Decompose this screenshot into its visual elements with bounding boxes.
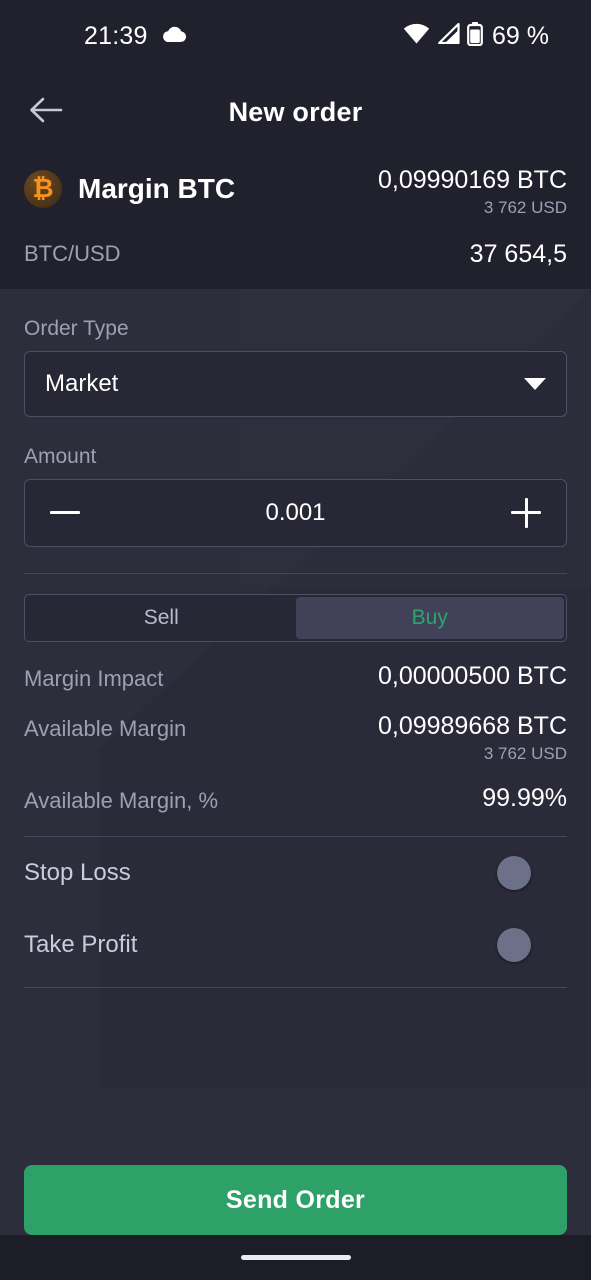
amount-stepper: 0.001 (24, 478, 567, 547)
summary-key: Available Margin (24, 715, 187, 741)
summary-list: Margin Impact 0,00000500 BTC Available M… (24, 642, 567, 814)
summary-row-margin-impact: Margin Impact 0,00000500 BTC (24, 642, 567, 692)
order-form: Order Type Market Amount 0.001 Sell Buy … (0, 317, 591, 988)
summary-value: 0,09989668 BTC (377, 711, 567, 740)
take-profit-row: Take Profit (24, 909, 567, 981)
home-indicator[interactable] (240, 1255, 351, 1260)
pair-label: BTC/USD (24, 241, 121, 267)
take-profit-toggle[interactable] (497, 927, 567, 962)
status-bar: 21:39 69 % (0, 0, 591, 72)
summary-value-wrap: 99.99% (482, 784, 567, 813)
pair-row: BTC/USD 37 654,5 (24, 218, 567, 289)
amount-label: Amount (24, 444, 97, 468)
send-order-button[interactable]: Send Order (24, 1165, 567, 1235)
cloud-icon (161, 25, 187, 48)
order-form-area: Order Type Market Amount 0.001 Sell Buy … (0, 288, 591, 1224)
minus-icon (50, 511, 80, 515)
wifi-icon (403, 23, 430, 49)
instrument-balance: 0,09990169 BTC 3 762 USD (378, 166, 567, 218)
side-tab-sell[interactable]: Sell (27, 597, 296, 639)
page-title: New order (228, 96, 363, 127)
stop-loss-toggle[interactable] (497, 855, 567, 890)
pair-price: 37 654,5 (469, 239, 567, 268)
summary-value: 0,00000500 BTC (377, 661, 567, 690)
status-bar-right: 69 % (403, 21, 549, 51)
toggle-thumb (497, 927, 531, 962)
instrument-identity: ₿ Margin BTC (24, 166, 235, 208)
summary-subvalue: 3 762 USD (483, 743, 567, 763)
instrument-header: ₿ Margin BTC 0,09990169 BTC 3 762 USD BT… (0, 152, 591, 289)
order-type-value: Market (45, 369, 119, 397)
summary-row-available-margin-percent: Available Margin, % 99.99% (24, 764, 567, 814)
instrument-summary-row: ₿ Margin BTC 0,09990169 BTC 3 762 USD (24, 152, 567, 218)
bitcoin-icon: ₿ (24, 170, 62, 208)
status-clock: 21:39 (84, 21, 148, 50)
status-bar-left: 21:39 (84, 22, 187, 51)
app-bar: New order (0, 72, 591, 152)
instrument-name: Margin BTC (78, 173, 236, 204)
stop-loss-label: Stop Loss (24, 858, 131, 886)
summary-value-wrap: 0,00000500 BTC (378, 662, 567, 691)
balance-fiat: 3 762 USD (483, 197, 567, 217)
summary-value-wrap: 0,09989668 BTC 3 762 USD (378, 712, 567, 764)
back-button[interactable] (24, 90, 68, 134)
phone-screen: 21:39 69 % New order ₿ Margin BTC 0,0999… (0, 0, 591, 1280)
order-type-label: Order Type (24, 316, 129, 340)
amount-decrement-button[interactable] (25, 480, 105, 546)
arrow-left-icon (28, 95, 64, 130)
chevron-down-icon (524, 377, 546, 390)
system-nav-bar (0, 1235, 591, 1280)
divider-below-toggles (24, 986, 567, 988)
footer: Send Order (0, 1165, 591, 1235)
plus-icon (511, 497, 541, 528)
side-segmented-control: Sell Buy (24, 593, 567, 642)
stop-loss-row: Stop Loss (24, 837, 567, 909)
divider-above-side-toggle (24, 572, 567, 574)
battery-icon (467, 21, 483, 51)
take-profit-label: Take Profit (24, 930, 138, 958)
toggle-thumb (497, 855, 531, 890)
signal-triangle-icon (437, 22, 460, 49)
summary-key: Available Margin, % (24, 787, 219, 813)
balance-crypto: 0,09990169 BTC (377, 166, 567, 194)
summary-key: Margin Impact (24, 665, 164, 691)
summary-value: 99.99% (482, 783, 567, 812)
amount-increment-button[interactable] (486, 480, 566, 546)
amount-input[interactable]: 0.001 (105, 499, 486, 527)
side-tab-buy[interactable]: Buy (295, 596, 564, 639)
battery-percent: 69 % (492, 21, 549, 50)
summary-row-available-margin: Available Margin 0,09989668 BTC 3 762 US… (24, 692, 567, 764)
order-type-select[interactable]: Market (24, 350, 567, 417)
